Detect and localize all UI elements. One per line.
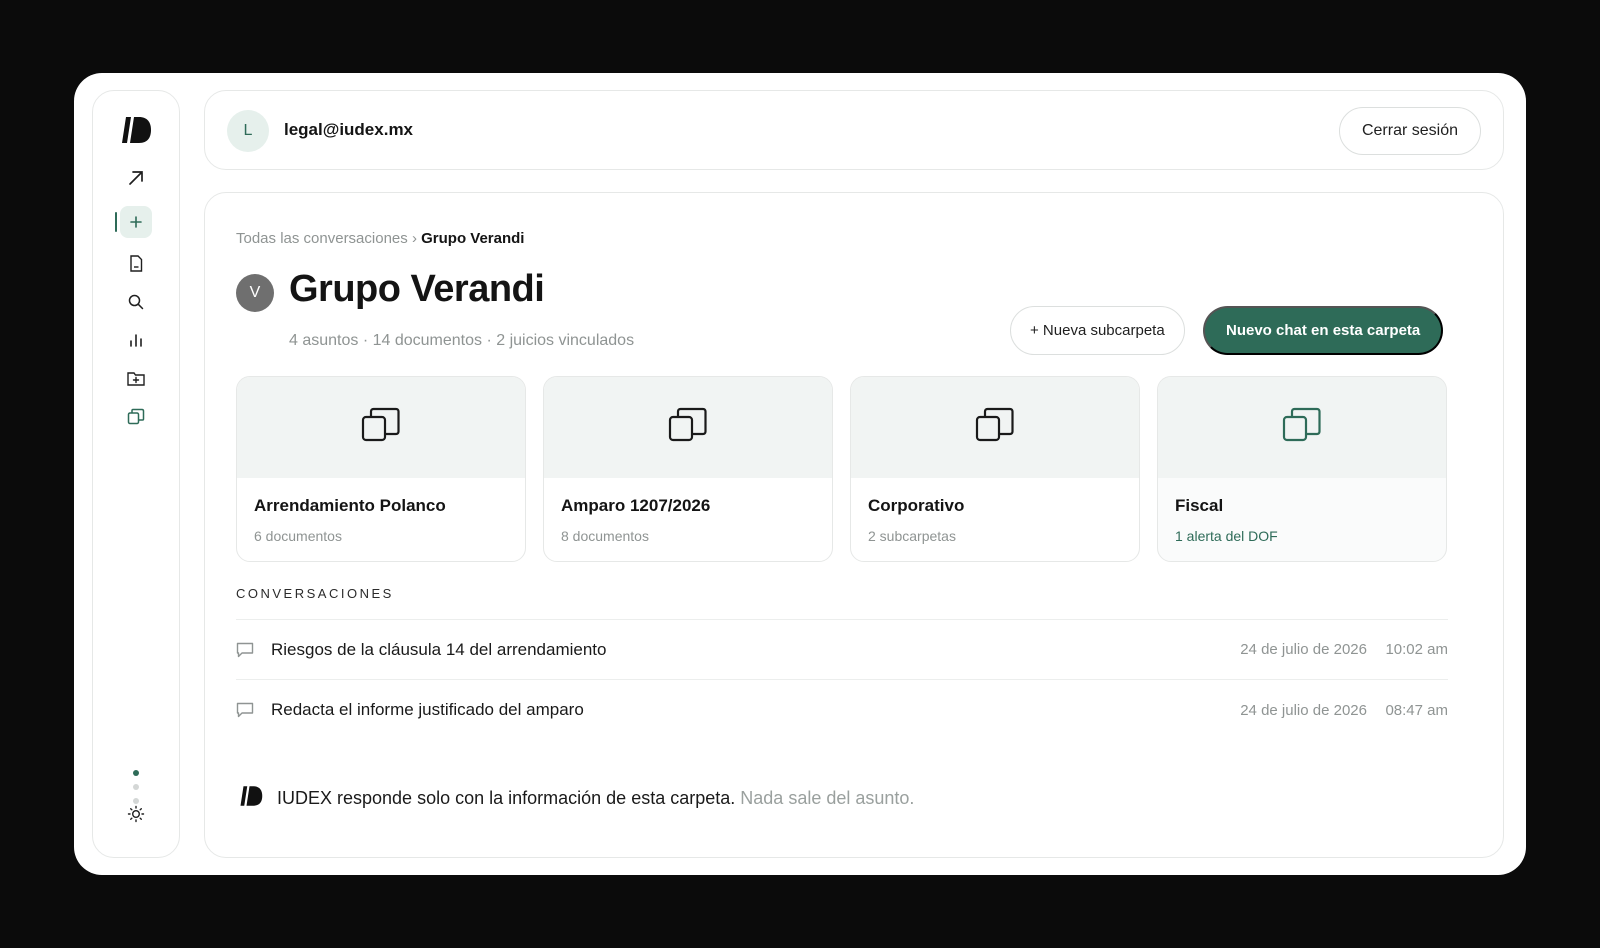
subfolder-name: Fiscal [1175, 496, 1224, 515]
dot-active[interactable] [133, 770, 139, 776]
subfolder-grid: Arrendamiento Polanco 6 documentos Ampar… [236, 376, 1447, 562]
breadcrumb-current: Grupo Verandi [421, 230, 525, 247]
folders-icon [668, 407, 708, 448]
page-title: Grupo Verandi [289, 268, 545, 310]
subfolder-card[interactable]: Corporativo 2 subcarpetas [850, 376, 1140, 562]
new-subfolder-button[interactable]: + Nueva subcarpeta [1010, 306, 1185, 355]
conversation-list: Riesgos de la cláusula 14 del arrendamie… [236, 619, 1448, 740]
search-icon[interactable] [124, 290, 148, 314]
top-bar: L legal@iudex.mx Cerrar sesión [204, 90, 1504, 170]
subfolder-name: Arrendamiento Polanco [254, 496, 446, 515]
active-indicator [115, 212, 117, 232]
conversation-title: Riesgos de la cláusula 14 del arrendamie… [271, 639, 607, 659]
folders-icon[interactable] [124, 404, 148, 428]
dot[interactable] [133, 784, 139, 790]
subfolder-name: Corporativo [868, 496, 965, 515]
breadcrumb-root[interactable]: Todas las conversaciones [236, 230, 408, 247]
footer-text: IUDEX responde solo con la información d… [277, 788, 736, 808]
pagination-dots [133, 770, 139, 804]
card-header [851, 377, 1139, 478]
avatar[interactable]: L [227, 110, 269, 152]
conversation-row[interactable]: Riesgos de la cláusula 14 del arrendamie… [236, 620, 1448, 680]
card-header [237, 377, 525, 478]
footer-note: IUDEX responde solo con la información d… [239, 785, 914, 812]
subfolder-card[interactable]: Amparo 1207/2026 8 documentos [543, 376, 833, 562]
section-heading: CONVERSACIONES [236, 586, 394, 601]
subfolder-card[interactable]: Fiscal 1 alerta del DOF [1157, 376, 1447, 562]
subfolder-card[interactable]: Arrendamiento Polanco 6 documentos [236, 376, 526, 562]
logout-button[interactable]: Cerrar sesión [1338, 107, 1481, 155]
document-icon[interactable] [124, 251, 148, 275]
subfolder-count: 6 documentos [254, 528, 342, 544]
conversation-date: 24 de julio de 2026 [1240, 701, 1367, 719]
sidebar [92, 90, 180, 858]
subfolder-alert: 1 alerta del DOF [1175, 528, 1278, 544]
folder-icon[interactable] [124, 366, 148, 390]
user-email: legal@iudex.mx [284, 120, 414, 139]
conversation-date: 24 de julio de 2026 [1240, 641, 1367, 658]
sun-icon[interactable] [124, 802, 148, 826]
chat-bubble-icon [236, 702, 271, 718]
folders-icon [361, 407, 401, 448]
bar-chart-icon[interactable] [124, 328, 148, 352]
new-chat-button[interactable]: Nuevo chat en esta carpeta [1203, 306, 1444, 355]
plus-icon[interactable] [120, 206, 152, 238]
folders-icon [975, 407, 1015, 448]
conversation-time: 08:47 am [1385, 701, 1448, 719]
folder-meta: 4 asuntos · 14 documentos · 2 juicios vi… [289, 332, 635, 349]
logo-icon[interactable] [119, 115, 153, 145]
subfolder-count: 2 subcarpetas [868, 528, 956, 544]
arrow-up-right-icon[interactable] [124, 166, 148, 190]
app-window: L legal@iudex.mx Cerrar sesión Todas las… [74, 73, 1526, 875]
conversation-time: 10:02 am [1385, 641, 1448, 658]
subfolder-name: Amparo 1207/2026 [561, 496, 711, 515]
logo-icon [239, 785, 263, 812]
subfolder-count: 8 documentos [561, 528, 649, 544]
conversation-title: Redacta el informe justificado del ampar… [271, 700, 584, 719]
card-header [1158, 377, 1446, 478]
folder-panel: Todas las conversaciones › Grupo Verandi… [204, 192, 1504, 858]
conversation-row[interactable]: Redacta el informe justificado del ampar… [236, 680, 1448, 740]
folders-icon [1282, 407, 1322, 448]
chat-bubble-icon [236, 642, 271, 658]
card-header [544, 377, 832, 478]
folder-avatar: V [236, 274, 274, 312]
breadcrumb-separator: › [411, 230, 417, 247]
breadcrumb: Todas las conversaciones › Grupo Verandi [236, 230, 524, 247]
footer-muted-text: Nada sale del asunto. [740, 788, 915, 808]
